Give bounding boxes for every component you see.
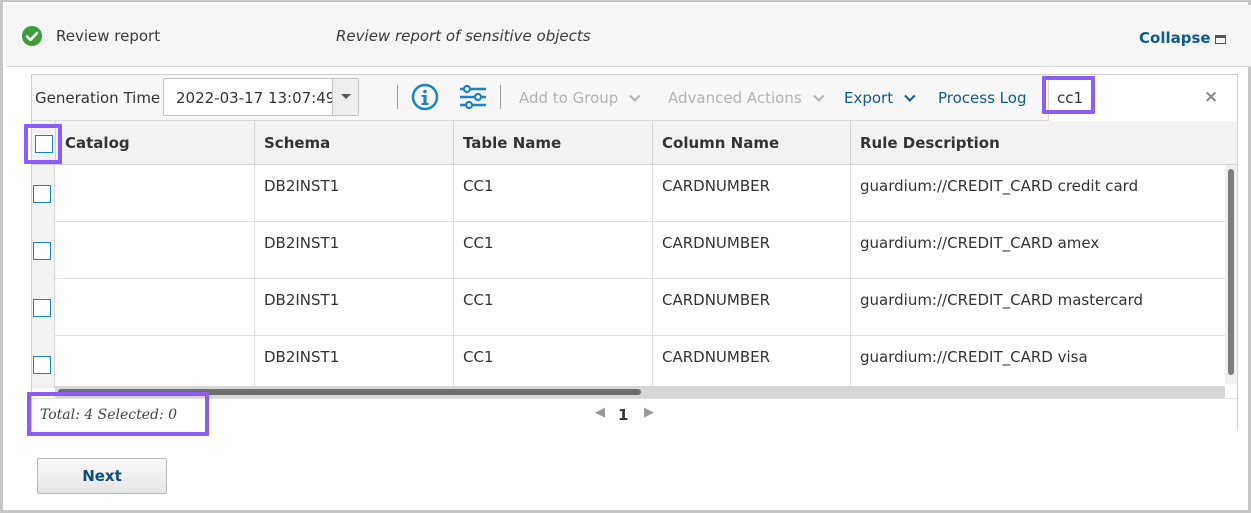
search-input[interactable] <box>1049 75 1209 121</box>
row-select-cell <box>32 165 55 222</box>
chevron-down-icon <box>904 90 916 102</box>
cell-table-name: CC1 <box>454 279 653 336</box>
info-icon[interactable] <box>411 83 439 111</box>
export-menu[interactable]: Export <box>844 89 916 107</box>
cell-rule-description: guardium://CREDIT_CARD mastercard <box>860 291 1144 309</box>
cell-catalog <box>56 222 255 279</box>
cell-column-name: CARDNUMBER <box>653 222 851 279</box>
sliders-icon[interactable] <box>459 85 487 109</box>
cell-column-name: CARDNUMBER <box>653 279 851 336</box>
process-log-link[interactable]: Process Log <box>938 89 1026 107</box>
review-step-panel: Review report Review report of sensitive… <box>0 0 1251 513</box>
cell-rule-description: guardium://CREDIT_CARD credit card <box>860 177 1139 195</box>
toolbar-divider <box>500 85 501 109</box>
minimize-icon[interactable] <box>1215 35 1226 44</box>
cell-rule-description: guardium://CREDIT_CARD amex <box>860 234 1100 252</box>
row-checkbox[interactable] <box>33 185 51 203</box>
dropdown-arrow-icon[interactable] <box>332 79 358 115</box>
cell-column-name: CARDNUMBER <box>653 336 851 388</box>
next-page-icon[interactable]: ▶ <box>644 405 654 420</box>
report-grid-panel: Generation Time 2022-03-17 13:07:49 Add … <box>31 74 1238 431</box>
toolbar-divider <box>397 85 398 109</box>
grid-footer: Total: 4 Selected: 0 ◀ 1 ▶ <box>32 398 1237 431</box>
report-toolbar: Generation Time 2022-03-17 13:07:49 Add … <box>32 75 1237 121</box>
table-row[interactable]: DB2INST1 CC1 CARDNUMBER guardium://CREDI… <box>32 279 1225 336</box>
chevron-down-icon <box>629 90 641 102</box>
table-row[interactable]: DB2INST1 CC1 CARDNUMBER guardium://CREDI… <box>32 165 1225 222</box>
cell-catalog <box>56 279 255 336</box>
export-label: Export <box>844 89 894 107</box>
cell-schema: DB2INST1 <box>255 222 454 279</box>
page-number[interactable]: 1 <box>618 406 628 424</box>
chevron-down-icon <box>812 90 825 102</box>
column-header-catalog[interactable]: Catalog <box>56 121 255 165</box>
collapse-link[interactable]: Collapse <box>1139 29 1211 47</box>
cell-schema: DB2INST1 <box>255 336 454 388</box>
step-header: Review report Review report of sensitive… <box>6 5 1251 67</box>
add-to-group-label: Add to Group <box>519 89 619 107</box>
column-header-schema[interactable]: Schema <box>255 121 454 165</box>
cell-rule-description: guardium://CREDIT_CARD visa <box>860 348 1088 366</box>
cell-table-name: CC1 <box>454 336 653 388</box>
table-body: DB2INST1 CC1 CARDNUMBER guardium://CREDI… <box>32 165 1237 388</box>
horizontal-scrollbar[interactable] <box>55 386 1225 398</box>
select-all-cell <box>32 121 56 165</box>
row-checkbox[interactable] <box>33 299 51 317</box>
row-select-cell <box>32 336 55 388</box>
search-box: × <box>1048 75 1237 121</box>
add-to-group-menu[interactable]: Add to Group <box>519 89 641 107</box>
generation-time-select[interactable]: 2022-03-17 13:07:49 <box>163 78 359 116</box>
cell-schema: DB2INST1 <box>255 279 454 336</box>
vertical-scrollbar-thumb[interactable] <box>1228 169 1234 375</box>
table-row[interactable]: DB2INST1 CC1 CARDNUMBER guardium://CREDI… <box>32 336 1225 388</box>
advanced-actions-menu[interactable]: Advanced Actions <box>668 89 825 107</box>
vertical-scrollbar[interactable] <box>1225 165 1237 384</box>
generation-time-label: Generation Time <box>35 89 161 107</box>
advanced-actions-label: Advanced Actions <box>668 89 802 107</box>
row-checkbox[interactable] <box>33 356 51 374</box>
check-circle-icon <box>22 26 42 46</box>
column-header-rule-description[interactable]: Rule Description <box>851 121 1237 165</box>
row-checkbox[interactable] <box>33 242 51 260</box>
row-select-cell <box>32 279 55 336</box>
prev-page-icon[interactable]: ◀ <box>595 405 605 420</box>
cell-column-name: CARDNUMBER <box>653 165 851 222</box>
step-description: Review report of sensitive objects <box>336 27 591 45</box>
horizontal-scrollbar-thumb[interactable] <box>58 389 641 395</box>
column-header-table-name[interactable]: Table Name <box>454 121 653 165</box>
close-icon[interactable]: × <box>1204 87 1218 107</box>
generation-time-value: 2022-03-17 13:07:49 <box>176 89 336 107</box>
cell-table-name: CC1 <box>454 222 653 279</box>
table-row[interactable]: DB2INST1 CC1 CARDNUMBER guardium://CREDI… <box>32 222 1225 279</box>
row-select-cell <box>32 222 55 279</box>
totals-status: Total: 4 Selected: 0 <box>40 407 178 423</box>
column-header-column-name[interactable]: Column Name <box>653 121 851 165</box>
table-header: Catalog Schema Table Name Column Name Ru… <box>32 121 1237 165</box>
cell-schema: DB2INST1 <box>255 165 454 222</box>
cell-catalog <box>56 165 255 222</box>
cell-catalog <box>56 336 255 388</box>
cell-table-name: CC1 <box>454 165 653 222</box>
step-title: Review report <box>56 27 161 45</box>
next-button[interactable]: Next <box>37 458 167 494</box>
select-all-checkbox[interactable] <box>35 135 53 153</box>
